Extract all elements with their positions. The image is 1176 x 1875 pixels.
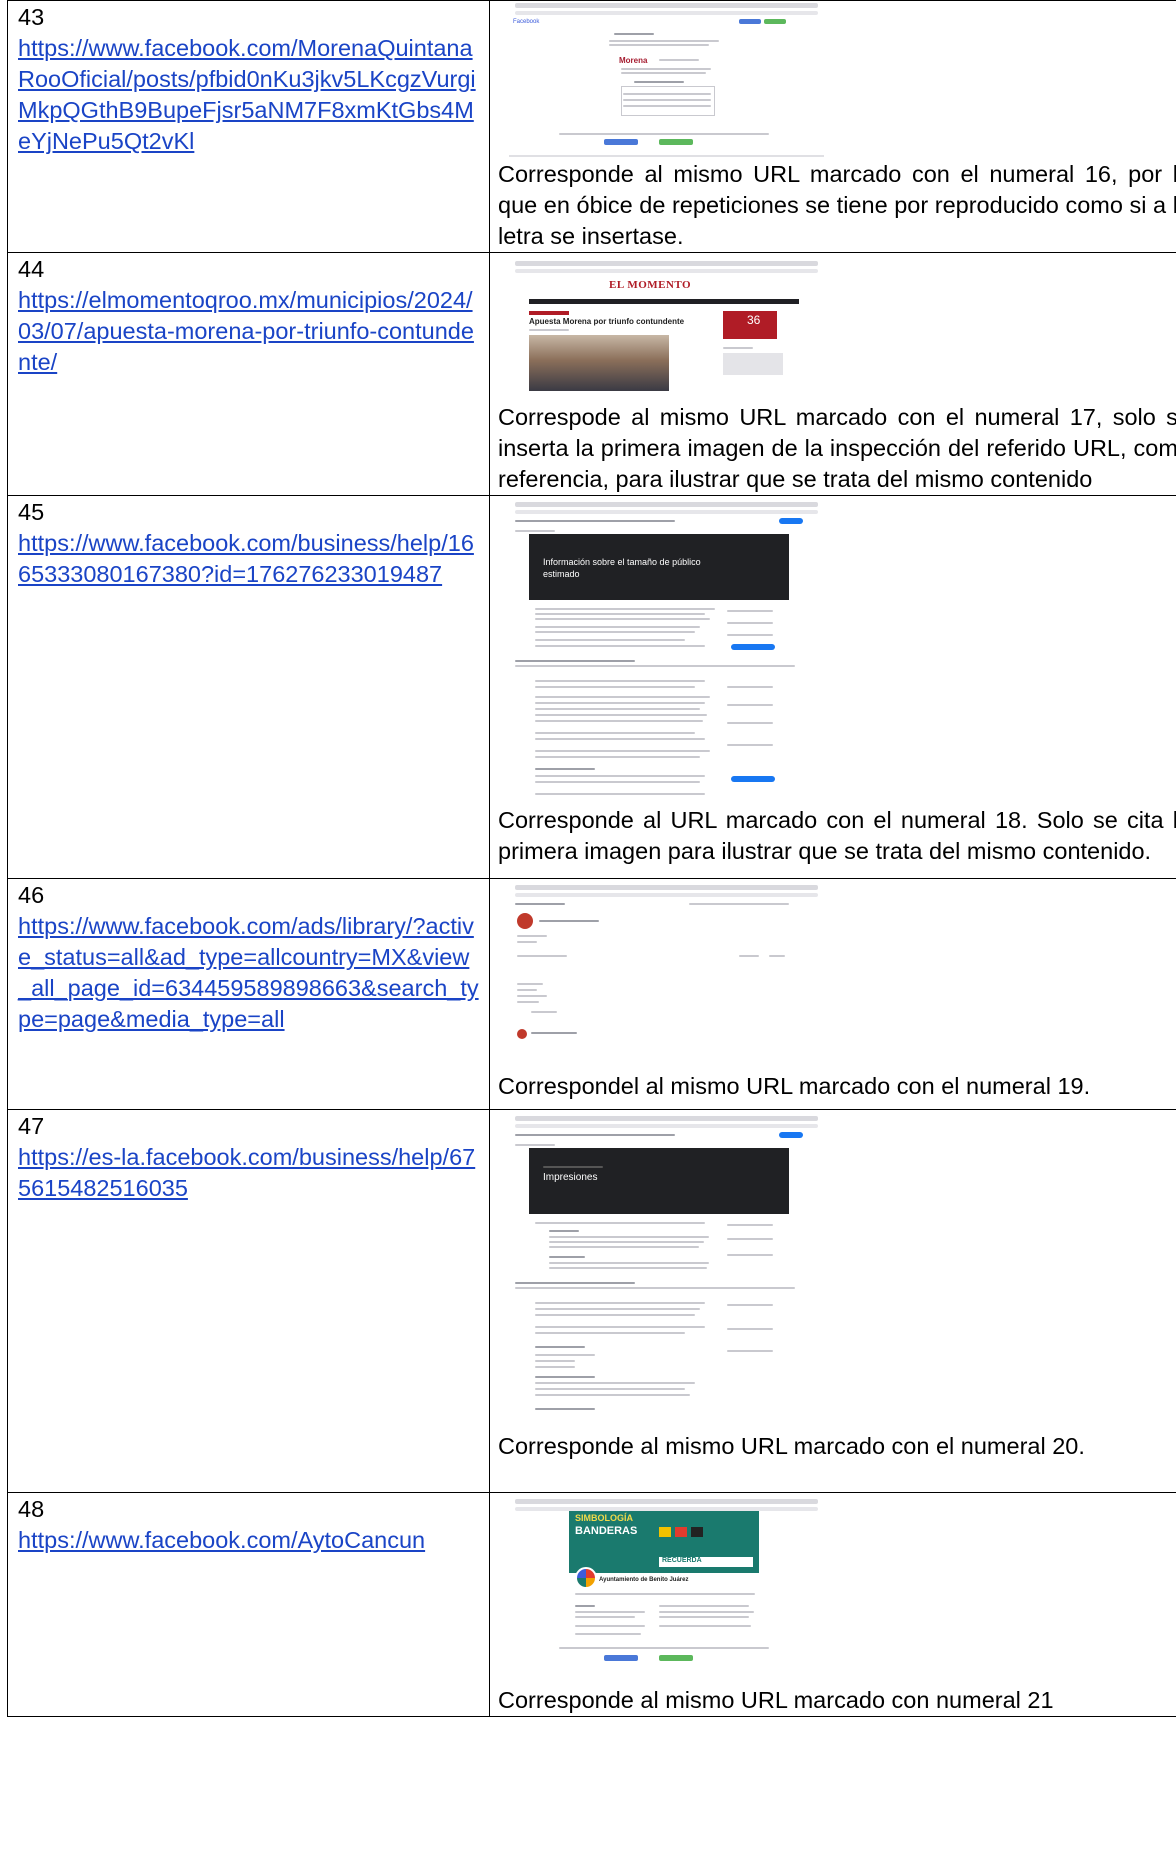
login-button-bottom [604, 139, 638, 145]
signup-button [764, 19, 786, 24]
signup-button-bottom [659, 1655, 693, 1661]
article-headline: Apuesta Morena por triunfo contundente [529, 317, 685, 326]
table-row: 44 https://elmomentoqroo.mx/municipios/2… [7, 252, 1176, 496]
row-number: 47 [18, 1113, 45, 1139]
page-avatar [575, 1567, 597, 1589]
row-caption: Corresponde al mismo URL marcado con num… [498, 1687, 1054, 1713]
row-left-cell: 45 https://www.facebook.com/business/hel… [7, 495, 490, 879]
row-url-link[interactable]: https://www.facebook.com/business/help/1… [18, 528, 479, 590]
row-left-cell: 46 https://www.facebook.com/ads/library/… [7, 878, 490, 1110]
row-right-cell: Información sobre el tamaño de público e… [489, 495, 1176, 879]
hero-title: Impresiones [543, 1172, 598, 1183]
row-left-cell: 43 https://www.facebook.com/MorenaQuinta… [7, 0, 490, 253]
banner-line-2: BANDERAS [575, 1525, 638, 1537]
row-caption: Correspondel al mismo URL marcado con el… [498, 1073, 1091, 1099]
side-button-2 [731, 776, 775, 782]
screenshot-thumbnail: Facebook Morena [509, 1, 824, 159]
row-number: 43 [18, 4, 45, 30]
evidence-table: 43 https://www.facebook.com/MorenaQuinta… [7, 0, 1176, 1717]
flag-black [691, 1527, 703, 1537]
row-caption: Corresponde al mismo URL marcado con el … [498, 161, 1176, 249]
table-row: 43 https://www.facebook.com/MorenaQuinta… [7, 0, 1176, 253]
row-number: 45 [18, 499, 45, 525]
login-button-bottom [604, 1655, 638, 1661]
browser-chrome [509, 1, 824, 17]
row-right-cell: Impresiones Corresponde al mismo URL mar… [489, 1109, 1176, 1493]
screenshot-thumbnail: Información sobre el tamaño de público e… [509, 500, 824, 805]
ad-avatar [517, 1029, 527, 1039]
page-avatar [517, 913, 533, 929]
site-label: Facebook [513, 19, 540, 25]
counter-value: 36 [747, 313, 761, 327]
row-number: 44 [18, 256, 45, 282]
embedded-table [621, 86, 715, 116]
cta-button [779, 1132, 803, 1138]
table-row: 45 https://www.facebook.com/business/hel… [7, 495, 1176, 879]
screenshot-thumbnail: EL MOMENTO Apuesta Morena por triunfo co… [509, 259, 824, 391]
section-tag [529, 311, 569, 315]
page-name: Ayuntamiento de Benito Juárez [599, 1577, 689, 1583]
screenshot-thumbnail: Impresiones [509, 1114, 824, 1419]
side-button [731, 644, 775, 650]
login-button [739, 19, 761, 24]
row-caption: Corresponde al mismo URL marcado con el … [498, 1433, 1085, 1459]
row-left-cell: 44 https://elmomentoqroo.mx/municipios/2… [7, 252, 490, 496]
browser-chrome [509, 883, 824, 899]
hero-title: Información sobre el tamaño de público e… [543, 557, 701, 579]
row-url-link[interactable]: https://www.facebook.com/ads/library/?ac… [18, 911, 479, 1035]
row-number: 48 [18, 1496, 45, 1522]
brand-text: Morena [619, 56, 648, 65]
flag-yellow [659, 1527, 671, 1537]
table-row: 47 https://es-la.facebook.com/business/h… [7, 1109, 1176, 1493]
row-right-cell: EL MOMENTO Apuesta Morena por triunfo co… [489, 252, 1176, 496]
row-url-link[interactable]: https://es-la.facebook.com/business/help… [18, 1142, 479, 1204]
row-number: 46 [18, 882, 45, 908]
cta-button [779, 518, 803, 524]
row-right-cell: SIMBOLOGÍA BANDERAS RECUERDA Ayuntamient… [489, 1492, 1176, 1717]
flag-red [675, 1527, 687, 1537]
table-row: 48 https://www.facebook.com/AytoCancun S… [7, 1492, 1176, 1717]
row-caption: Corresponde al URL marcado con el numera… [498, 807, 1176, 864]
row-right-cell: Correspondel al mismo URL marcado con el… [489, 878, 1176, 1110]
brand-text: EL MOMENTO [609, 279, 692, 291]
signup-button-bottom [659, 139, 693, 145]
banner-line-1: SIMBOLOGÍA [575, 1513, 633, 1523]
row-left-cell: 47 https://es-la.facebook.com/business/h… [7, 1109, 490, 1493]
row-url-link[interactable]: https://www.facebook.com/MorenaQuintanaR… [18, 33, 479, 157]
row-url-link[interactable]: https://www.facebook.com/AytoCancun [18, 1525, 479, 1556]
table-row: 46 https://www.facebook.com/ads/library/… [7, 878, 1176, 1110]
screenshot-thumbnail [509, 883, 824, 1071]
site-nav-bar [529, 299, 799, 304]
article-photo [529, 335, 669, 391]
row-right-cell: Facebook Morena Corresponde al mismo URL… [489, 0, 1176, 253]
row-caption: Correspode al mismo URL marcado con el n… [498, 404, 1176, 492]
browser-chrome [509, 1114, 824, 1130]
sidebar-image [723, 353, 783, 375]
recuerda-label: RECUERDA [662, 1557, 702, 1564]
browser-chrome [509, 259, 824, 275]
browser-chrome [509, 500, 824, 516]
row-url-link[interactable]: https://elmomentoqroo.mx/municipios/2024… [18, 285, 479, 378]
screenshot-thumbnail: SIMBOLOGÍA BANDERAS RECUERDA Ayuntamient… [509, 1497, 824, 1679]
row-left-cell: 48 https://www.facebook.com/AytoCancun [7, 1492, 490, 1717]
